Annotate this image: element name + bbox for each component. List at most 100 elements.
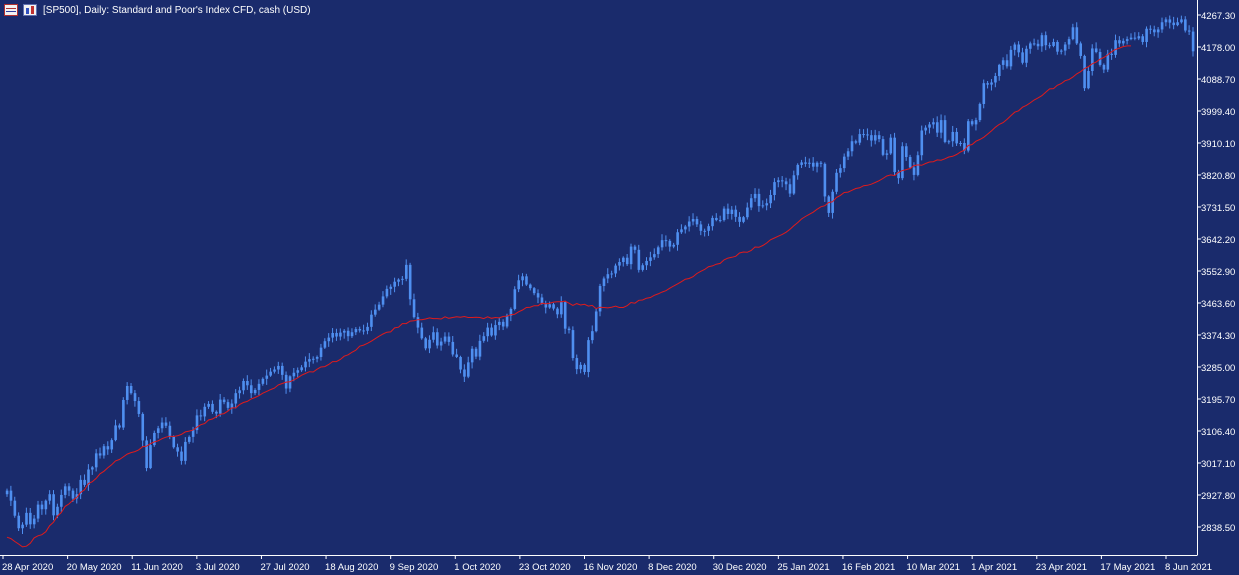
candle-body: [1102, 64, 1106, 70]
candle-body: [1048, 45, 1051, 47]
time-tick-label: 8 Jun 2021: [1165, 562, 1212, 573]
candle-body: [870, 135, 873, 141]
candle-body: [1060, 50, 1063, 52]
candle-body: [501, 321, 505, 327]
price-tick-label: 2927.80: [1201, 491, 1235, 502]
candle-body: [358, 329, 362, 331]
candle-body: [951, 131, 955, 142]
candle-body: [490, 327, 493, 336]
time-tick-label: 11 Jun 2020: [131, 562, 183, 573]
candle-body: [629, 246, 633, 265]
time-tick-label: 30 Dec 2020: [713, 562, 767, 573]
candle-body: [71, 490, 75, 499]
candle-body: [672, 244, 676, 247]
candle-body: [292, 372, 296, 377]
candle-body: [532, 288, 536, 294]
candle-body: [230, 403, 234, 408]
candle-body: [1137, 36, 1141, 39]
candle-body: [780, 180, 784, 182]
candle-body: [990, 82, 993, 85]
candle-body: [711, 217, 714, 227]
candle-body: [687, 221, 691, 227]
candle-body: [757, 193, 761, 207]
candle-body: [943, 120, 947, 142]
candle-body: [1129, 37, 1133, 40]
candle-body: [1191, 31, 1195, 52]
candle-body: [850, 141, 854, 152]
candle-body: [994, 76, 997, 83]
candle-body: [377, 304, 381, 310]
candle-body: [939, 120, 943, 133]
candle-body: [164, 422, 168, 426]
candle-body: [746, 207, 749, 218]
candle-body: [339, 332, 342, 337]
candle-body: [656, 247, 660, 255]
time-tick-label: 17 May 2021: [1100, 562, 1155, 573]
candle-body: [374, 309, 377, 315]
candle-body: [839, 168, 842, 173]
candle-body: [1149, 28, 1152, 30]
candle-body: [521, 276, 524, 281]
candle-body: [625, 257, 629, 265]
candle-body: [362, 330, 365, 332]
candle-body: [1133, 37, 1137, 39]
candle-body: [862, 134, 865, 136]
candle-body: [311, 358, 315, 360]
candle-body: [691, 219, 695, 222]
candle-body: [738, 216, 741, 222]
symbol-table-icon[interactable]: [4, 4, 18, 16]
candle-body: [199, 415, 203, 417]
candle-body: [1114, 40, 1117, 55]
candle-body: [381, 296, 385, 305]
candle-body: [474, 348, 478, 357]
price-tick-label: 3820.80: [1201, 171, 1235, 182]
candle-body: [827, 196, 831, 213]
candle-body: [877, 135, 881, 140]
candle-body: [529, 284, 532, 289]
chart-title: [SP500], Daily: Standard and Poor's Inde…: [43, 4, 311, 16]
candle-body: [815, 162, 819, 167]
candle-body: [463, 369, 466, 377]
price-chart[interactable]: 4267.30 4178.00 4088.70 3999.40 3910.10 3820.…: [0, 0, 1239, 575]
candle-body: [796, 164, 800, 176]
candle-body: [920, 130, 924, 156]
candle-body: [1145, 28, 1148, 42]
candle-body: [424, 338, 427, 349]
time-tick-label: 8 Dec 2020: [648, 562, 697, 573]
price-tick-label: 3642.20: [1201, 235, 1235, 246]
candle-body: [769, 194, 772, 204]
candle-body: [401, 278, 404, 280]
candle-body: [52, 494, 55, 516]
candle-body: [1110, 53, 1114, 55]
candle-body: [478, 340, 482, 357]
price-tick-label: 3731.50: [1201, 203, 1235, 214]
candle-body: [5, 490, 9, 495]
candle-body: [928, 124, 931, 128]
candle-body: [567, 328, 571, 331]
candle-body: [432, 332, 435, 340]
candle-body: [498, 321, 501, 326]
candle-body: [858, 134, 862, 143]
candle-body: [56, 506, 59, 516]
candle-body: [25, 512, 28, 525]
candle-body: [947, 141, 951, 143]
candle-body: [505, 315, 509, 327]
candle-body: [932, 122, 935, 125]
candle-body: [156, 428, 160, 433]
candle-body: [412, 299, 416, 318]
candle-body: [253, 389, 257, 394]
candle-body: [13, 500, 17, 516]
candle-body: [970, 121, 974, 125]
chart-header: [SP500], Daily: Standard and Poor's Inde…: [4, 4, 311, 16]
candle-body: [176, 447, 179, 452]
price-tick-label: 3910.10: [1201, 139, 1235, 150]
candle-body: [707, 226, 710, 231]
chart-type-icon[interactable]: [23, 4, 37, 16]
candle-body: [618, 262, 621, 266]
candle-body: [257, 383, 261, 390]
candle-body: [742, 217, 745, 222]
candle-body: [106, 446, 110, 450]
candle-body: [1164, 19, 1168, 23]
candle-body: [560, 302, 563, 315]
candle-body: [184, 441, 187, 461]
